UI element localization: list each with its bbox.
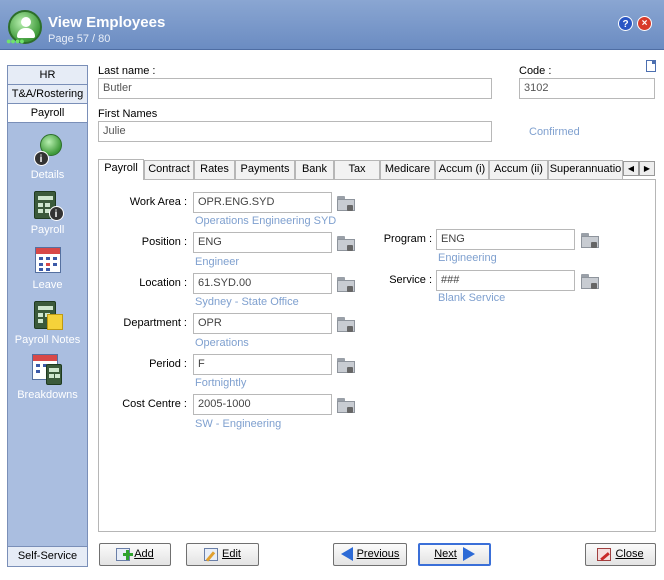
- tab-scroll-right-button[interactable]: ▶: [639, 161, 655, 176]
- edit-icon: [204, 547, 219, 562]
- sidebar-item-payroll[interactable]: i Payroll: [8, 189, 87, 236]
- calendar-calculator-icon: [31, 354, 64, 386]
- document-icon[interactable]: [646, 60, 656, 72]
- period-description: Fortnightly: [195, 377, 247, 389]
- cost-centre-lookup-icon[interactable]: [337, 398, 355, 413]
- tab-tax[interactable]: Tax: [334, 160, 380, 179]
- sidebar-item-leave[interactable]: Leave: [8, 244, 87, 291]
- sidebar-tab-self-service[interactable]: Self-Service: [8, 546, 87, 566]
- location-description: Sydney - State Office: [195, 296, 299, 308]
- tab-contract[interactable]: Contract: [144, 160, 194, 179]
- cost-centre-description: SW - Engineering: [195, 418, 282, 430]
- position-label: Position :: [141, 236, 187, 248]
- last-name-label: Last name :: [98, 65, 156, 77]
- tab-superannuation[interactable]: Superannuatio: [548, 160, 623, 179]
- add-icon: [116, 547, 134, 561]
- calendar-icon: [32, 244, 64, 276]
- employee-info-icon: i: [32, 134, 64, 166]
- sidebar-item-label: Breakdowns: [17, 389, 78, 401]
- program-description: Engineering: [438, 252, 497, 264]
- work-area-label: Work Area :: [129, 196, 187, 208]
- tab-payments[interactable]: Payments: [235, 160, 295, 179]
- service-lookup-icon[interactable]: [581, 274, 599, 289]
- period-label: Period :: [149, 358, 187, 370]
- work-area-lookup-icon[interactable]: [337, 196, 355, 211]
- position-description: Engineer: [195, 256, 240, 268]
- sidebar-tab-hr[interactable]: HR: [8, 66, 87, 85]
- location-field[interactable]: 61.SYD.00: [193, 273, 332, 294]
- program-field[interactable]: ENG: [436, 229, 575, 250]
- tab-accum-ii[interactable]: Accum (ii): [489, 160, 548, 179]
- service-description: Blank Service: [438, 292, 506, 304]
- cost-centre-label: Cost Centre :: [122, 398, 187, 410]
- code-label: Code :: [519, 65, 552, 77]
- tab-medicare[interactable]: Medicare: [380, 160, 435, 179]
- first-names-field[interactable]: Julie: [98, 121, 492, 142]
- module-sidebar: HR T&A/Rostering Payroll i Details i Pay…: [7, 65, 88, 567]
- tab-payroll[interactable]: Payroll: [98, 159, 144, 180]
- page-indicator: Page 57 / 80: [48, 33, 111, 45]
- close-door-icon: [597, 547, 612, 561]
- department-label: Department :: [123, 317, 187, 329]
- code-field[interactable]: 3102: [519, 78, 655, 99]
- employees-app-icon: ●●●●: [6, 10, 42, 46]
- service-label: Service :: [389, 274, 432, 286]
- sidebar-item-label: Details: [30, 169, 65, 181]
- first-names-label: First Names: [98, 108, 158, 120]
- sidebar-item-label: Payroll: [30, 224, 65, 236]
- sidebar-item-label: Leave: [32, 279, 63, 291]
- period-lookup-icon[interactable]: [337, 358, 355, 373]
- sidebar-item-details[interactable]: i Details: [8, 134, 87, 181]
- edit-button[interactable]: Edit: [186, 543, 259, 566]
- help-icon[interactable]: ?: [618, 16, 633, 31]
- tab-accum-i[interactable]: Accum (i): [435, 160, 489, 179]
- tab-strip: Payroll Contract Rates Payments Bank Tax…: [98, 159, 656, 180]
- program-lookup-icon[interactable]: [581, 233, 599, 248]
- sidebar-tab-ta-rostering[interactable]: T&A/Rostering: [8, 85, 87, 104]
- tab-scroll-left-button[interactable]: ◀: [623, 161, 639, 176]
- department-field[interactable]: OPR: [193, 313, 332, 334]
- department-description: Operations: [195, 337, 249, 349]
- program-label: Program :: [383, 233, 432, 245]
- sidebar-item-label: Payroll Notes: [14, 334, 81, 346]
- status-badge: Confirmed: [529, 126, 580, 138]
- sidebar-tab-payroll[interactable]: Payroll: [8, 104, 87, 123]
- calculator-note-icon: [32, 299, 64, 331]
- arrow-left-icon: [340, 547, 353, 562]
- sidebar-item-breakdowns[interactable]: Breakdowns: [8, 354, 87, 401]
- work-area-description: Operations Engineering SYD: [195, 215, 337, 227]
- next-button[interactable]: Next: [418, 543, 491, 566]
- calculator-info-icon: i: [32, 189, 64, 221]
- previous-button[interactable]: Previous: [333, 543, 407, 566]
- tab-rates[interactable]: Rates: [194, 160, 235, 179]
- sidebar-item-payroll-notes[interactable]: Payroll Notes: [8, 299, 87, 346]
- department-lookup-icon[interactable]: [337, 317, 355, 332]
- position-field[interactable]: ENG: [193, 232, 332, 253]
- work-area-field[interactable]: OPR.ENG.SYD: [193, 192, 332, 213]
- window-title: View Employees: [48, 14, 166, 31]
- service-field[interactable]: ###: [436, 270, 575, 291]
- location-label: Location :: [139, 277, 187, 289]
- tab-bank[interactable]: Bank: [295, 160, 334, 179]
- arrow-right-icon: [462, 547, 475, 562]
- cost-centre-field[interactable]: 2005-1000: [193, 394, 332, 415]
- add-button[interactable]: Add: [99, 543, 171, 566]
- close-icon[interactable]: ×: [637, 16, 652, 31]
- close-button[interactable]: Close: [585, 543, 656, 566]
- period-field[interactable]: F: [193, 354, 332, 375]
- last-name-field[interactable]: Butler: [98, 78, 492, 99]
